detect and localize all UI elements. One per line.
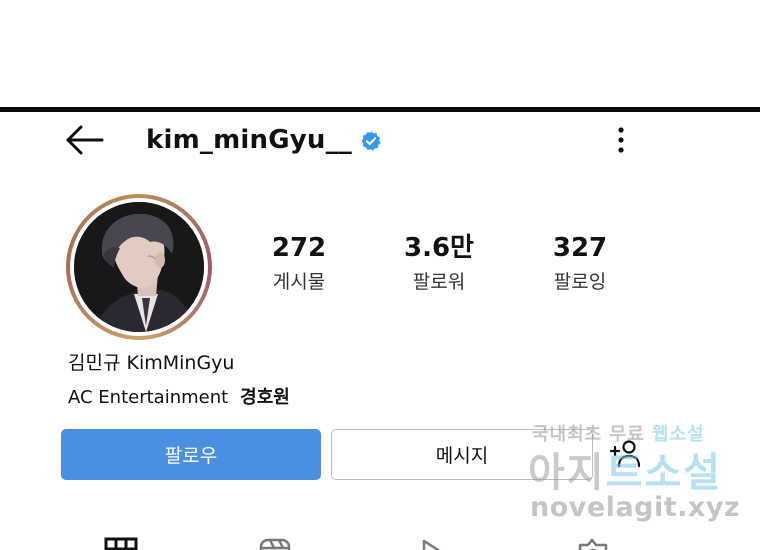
play-icon[interactable] [418, 535, 452, 550]
posts-stat[interactable]: 272 게시물 [244, 232, 354, 296]
message-button[interactable]: 메시지 [331, 429, 593, 480]
profile-screen: kim_minGyu__ 272 게시물 3.6만 팔로워 327 팔로잉 김민… [0, 0, 760, 550]
bio-role: 경호원 [240, 387, 290, 408]
username: kim_minGyu__ [146, 125, 353, 155]
reels-icon[interactable] [258, 535, 292, 550]
avatar-illustration [74, 202, 204, 332]
panel-border [0, 107, 760, 112]
grid-icon[interactable] [104, 535, 138, 550]
username-row: kim_minGyu__ [146, 122, 382, 158]
bio: AC Entertainment 경호원 [68, 383, 290, 409]
following-count: 327 [552, 233, 608, 263]
avatar-ring[interactable] [66, 194, 212, 340]
posts-label: 게시물 [272, 271, 326, 293]
display-name: 김민규 KimMinGyu [68, 352, 235, 374]
back-arrow-icon[interactable] [64, 124, 106, 156]
followers-count: 3.6만 [404, 233, 474, 263]
followers-stat[interactable]: 3.6만 팔로워 [384, 232, 494, 296]
verified-badge-icon [361, 131, 381, 151]
following-stat[interactable]: 327 팔로잉 [525, 232, 635, 296]
more-vertical-icon[interactable] [608, 124, 634, 156]
follow-button[interactable]: 팔로우 [61, 429, 321, 480]
watermark-logo-part3: 소설 [644, 450, 723, 496]
tagged-icon[interactable] [576, 535, 610, 550]
bio-company: AC Entertainment [68, 387, 229, 408]
posts-count: 272 [271, 233, 327, 263]
avatar [74, 202, 204, 332]
watermark-url: novelagit.xyz [530, 492, 741, 523]
watermark-tagline-accent: 웹소설 [651, 424, 705, 445]
following-label: 팔로잉 [553, 271, 607, 293]
add-person-icon[interactable] [608, 438, 642, 470]
followers-label: 팔로워 [412, 271, 466, 293]
